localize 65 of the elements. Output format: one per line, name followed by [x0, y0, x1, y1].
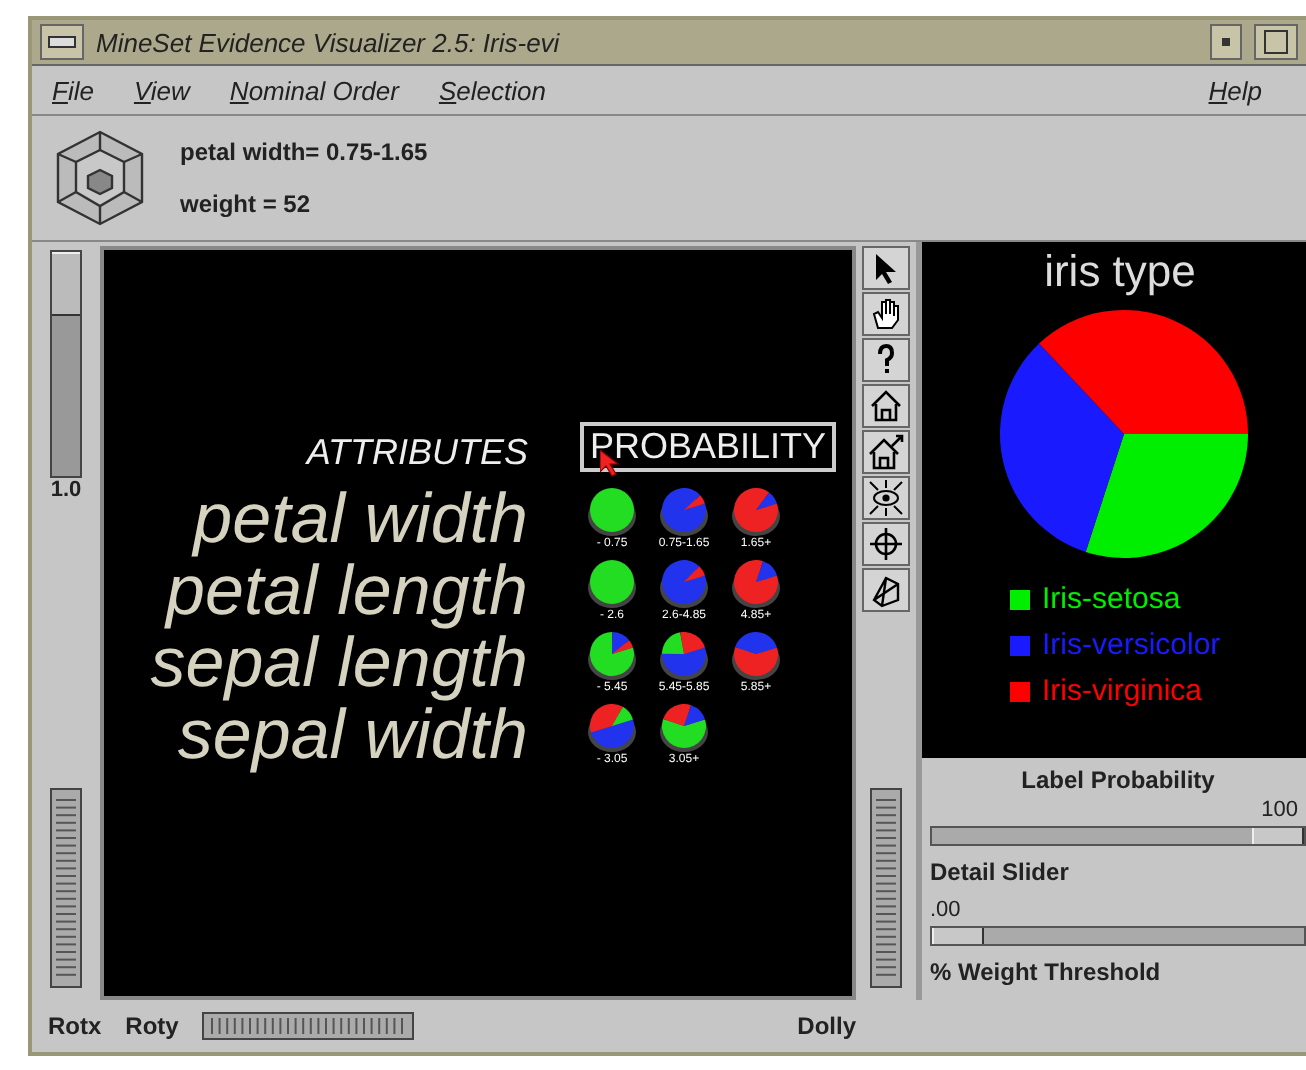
menu-item[interactable]: File — [52, 75, 94, 105]
tool-button[interactable] — [862, 292, 910, 336]
dolly-label: Dolly — [797, 1012, 856, 1040]
thumbwheel[interactable] — [202, 1012, 415, 1040]
probability-heading[interactable]: PROBABILITY — [580, 422, 837, 472]
home-icon — [868, 388, 904, 424]
view-all-icon — [868, 480, 904, 516]
pie-drawing[interactable] — [586, 488, 638, 536]
slider-label: Label Probability — [1021, 766, 1215, 794]
legend-label: Iris-virginica — [1042, 674, 1203, 708]
window-menu-button[interactable] — [40, 24, 84, 60]
menu-item[interactable]: Help — [1208, 75, 1262, 105]
hand-icon — [868, 296, 904, 332]
legend-label: Iris-versicolor — [1042, 628, 1221, 662]
thumbwheel[interactable] — [50, 788, 82, 988]
minimize-button[interactable] — [1210, 24, 1242, 60]
pie-drawing[interactable] — [658, 704, 710, 752]
tool-button[interactable] — [862, 246, 910, 290]
vertical-slider[interactable] — [50, 250, 82, 478]
tool-button[interactable] — [862, 338, 910, 382]
chart-title: iris type — [1044, 246, 1196, 298]
roty-label: Roty — [125, 1012, 179, 1040]
rotx-label: Rotx — [48, 1012, 102, 1040]
menu-item[interactable]: Nominal Order — [229, 75, 399, 105]
slider-value: .00 — [930, 898, 963, 922]
attribute-label[interactable]: petal length — [166, 556, 528, 628]
menu-item[interactable]: Selection — [438, 75, 546, 105]
pie-drawing[interactable] — [730, 632, 782, 680]
attribute-label[interactable]: sepal width — [177, 700, 528, 772]
pie-drawing[interactable] — [658, 632, 710, 680]
attribute-label[interactable]: petal width — [193, 484, 528, 556]
tool-button[interactable] — [862, 384, 910, 428]
tool-button[interactable] — [862, 476, 910, 520]
selection-info-text: weight = 52 — [180, 190, 313, 218]
bar-icon — [48, 36, 76, 48]
slider-track[interactable] — [930, 926, 1306, 946]
set-home-icon — [868, 434, 904, 470]
perspective-icon — [868, 572, 904, 608]
legend-label: Iris-setosa — [1042, 582, 1181, 616]
pie-drawing[interactable] — [586, 632, 638, 680]
pie-drawing[interactable] — [730, 560, 782, 608]
pie-drawing[interactable] — [658, 488, 710, 536]
attributes-heading: ATTRIBUTES — [306, 432, 528, 474]
slider-label: Detail Slider — [930, 858, 1071, 886]
thumbwheel[interactable] — [870, 788, 902, 988]
tool-button[interactable] — [862, 522, 910, 566]
slider-thumb[interactable] — [932, 928, 984, 944]
slider-value: 100 — [1261, 798, 1298, 822]
tool-button[interactable] — [862, 430, 910, 474]
maximize-button[interactable] — [1254, 24, 1298, 60]
pie-drawing[interactable] — [658, 560, 710, 608]
pie-drawing[interactable] — [586, 704, 638, 752]
slider-thumb[interactable] — [1252, 828, 1304, 844]
pie-drawing[interactable] — [586, 560, 638, 608]
slider-value: 1.0 — [50, 478, 82, 502]
tool-button[interactable] — [862, 568, 910, 612]
seek-icon — [868, 526, 904, 562]
window-title: MineSet Evidence Visualizer 2.5: Iris-evi — [96, 27, 562, 57]
slider-track[interactable] — [930, 826, 1306, 846]
slider-label: % Weight Threshold — [930, 958, 1163, 986]
menu-item[interactable]: View — [133, 75, 190, 105]
pie-drawing[interactable] — [730, 488, 782, 536]
selection-info-text: petal width= 0.75-1.65 — [180, 138, 428, 166]
square-icon — [1264, 30, 1288, 54]
attribute-label[interactable]: sepal length — [150, 628, 528, 700]
